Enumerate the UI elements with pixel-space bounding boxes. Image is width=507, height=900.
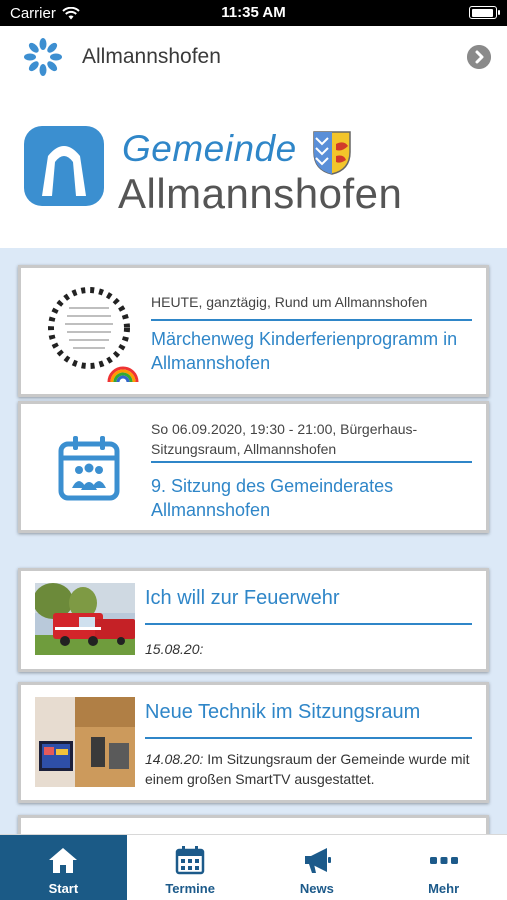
news-date: 15.08.20: [145,641,204,657]
banner-name-line1: Gemeinde [122,128,297,169]
tab-label: Start [48,881,79,896]
event-meta: HEUTE, ganztägig, Rund um Allmannshofen [151,294,428,310]
tab-label: Termine [165,881,215,896]
news-summary: 15.08.20: [145,639,472,659]
municipality-emblem-icon [24,126,104,206]
divider [145,737,472,739]
tab-mehr[interactable]: Mehr [380,835,507,900]
tab-start[interactable]: Start [0,835,127,900]
news-date: 14.08.20: [145,751,204,767]
calendar-meeting-icon [58,436,120,501]
home-icon [49,848,78,873]
coat-of-arms-icon [313,131,351,175]
news-card[interactable]: Neue Technik im Sitzungsraum 14.08.20: I… [18,682,489,803]
chevron-right-icon[interactable] [467,45,491,69]
news-card[interactable]: Ich will zur Feuerwehr 15.08.20: [18,568,489,672]
tab-label: Mehr [428,881,460,896]
event-card[interactable]: HEUTE, ganztägig, Rund um Allmannshofen … [18,265,489,397]
event-card[interactable]: So 06.09.2020, 19:30 - 21:00, Bürgerhaus… [18,401,489,533]
news-title[interactable]: Ich will zur Feuerwehr [145,587,472,610]
banner-name-line2: Allmannshofen [118,170,403,217]
tab-label: News [299,881,334,896]
news-card[interactable] [18,815,489,834]
event-title[interactable]: 9. Sitzung des Gemeinderates Allmannshof… [151,474,472,522]
news-summary: 14.08.20: Im Sitzungsraum der Gemeinde w… [145,749,472,789]
app-bar: Allmannshofen [0,26,507,88]
fairytale-drawing-image [37,278,141,384]
battery-icon [469,6,500,19]
tab-termine[interactable]: Termine [127,835,254,900]
meeting-room-tv-photo [35,697,135,787]
fire-truck-photo [35,583,135,655]
divider [151,319,472,321]
tab-news[interactable]: News [254,835,381,900]
divider [145,623,472,625]
status-bar: Carrier 11:35 AM [0,0,507,26]
more-dots-icon [429,857,458,864]
news-title[interactable]: Neue Technik im Sitzungsraum [145,701,472,724]
clock: 11:35 AM [221,4,286,21]
app-title: Allmannshofen [82,45,221,68]
event-title[interactable]: Märchenweg Kinderferienprogramm in Allma… [151,327,472,375]
megaphone-icon [304,848,331,873]
tab-bar: Start Termine News Mehr [0,834,507,900]
app-logo-icon [24,38,62,76]
battery-level [471,8,494,17]
calendar-icon [175,846,205,875]
event-meta: So 06.09.2020, 19:30 - 21:00, Bürgerhaus… [151,421,418,457]
municipality-banner: Gemeinde Allmannshofen [0,88,507,248]
content-feed[interactable]: HEUTE, ganztägig, Rund um Allmannshofen … [0,248,507,834]
divider [151,461,472,463]
